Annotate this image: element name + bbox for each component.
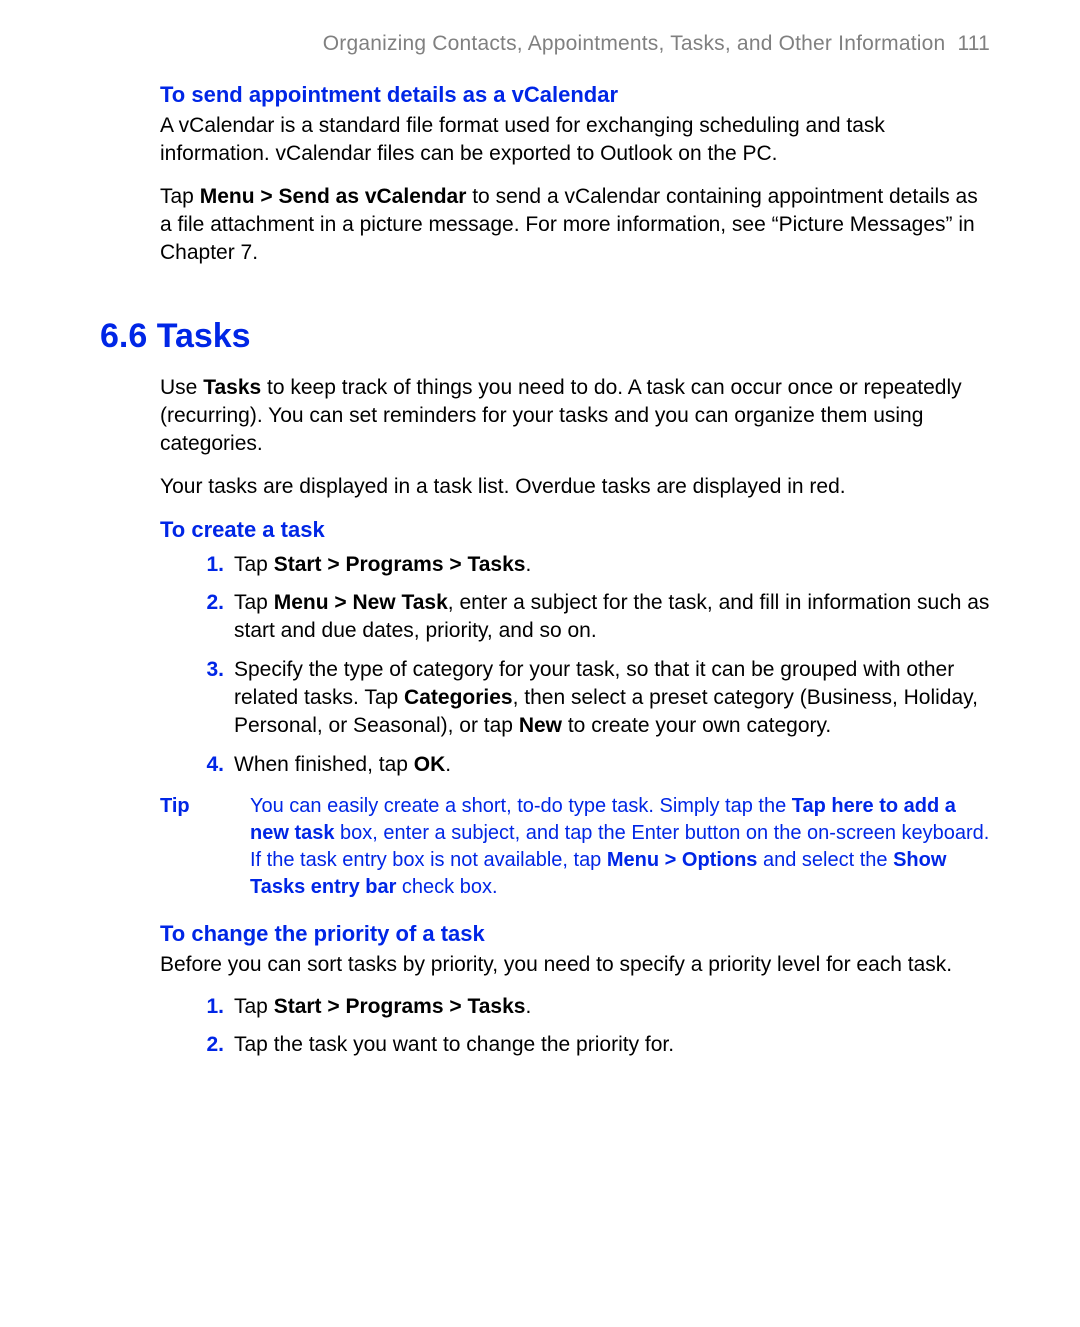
list-number: 3.	[194, 656, 224, 741]
list-text: Tap the task you want to change the prio…	[234, 1031, 990, 1059]
vcalendar-p2: Tap Menu > Send as vCalendar to send a v…	[160, 183, 990, 268]
list-number: 1.	[194, 993, 224, 1021]
page-number: 111	[957, 32, 990, 55]
tip-block: Tip You can easily create a short, to-do…	[160, 793, 990, 901]
list-item: 3. Specify the type of category for your…	[194, 656, 990, 741]
tip-body: You can easily create a short, to-do typ…	[250, 793, 990, 901]
list-item: 1. Tap Start > Programs > Tasks.	[194, 993, 990, 1021]
text: Tap	[234, 995, 274, 1018]
list-number: 2.	[194, 589, 224, 646]
bold-tasks: Tasks	[203, 376, 261, 399]
list-number: 2.	[194, 1031, 224, 1059]
text: Tap	[234, 591, 274, 614]
text: .	[525, 553, 531, 576]
text: check box.	[396, 876, 497, 898]
section-title-tasks: 6.6 Tasks	[100, 314, 990, 360]
list-text: Specify the type of category for your ta…	[234, 656, 990, 741]
menu-path: Start > Programs > Tasks	[274, 553, 526, 576]
list-text: When finished, tap OK.	[234, 751, 990, 779]
list-item: 2. Tap the task you want to change the p…	[194, 1031, 990, 1059]
page: Organizing Contacts, Appointments, Tasks…	[0, 0, 1080, 1327]
text: and select the	[757, 849, 893, 871]
menu-path: Menu > New Task	[274, 591, 448, 614]
bold-menu-options: Menu > Options	[607, 849, 758, 871]
text: When finished, tap	[234, 753, 414, 776]
text: You can easily create a short, to-do typ…	[250, 795, 792, 817]
text: Tap	[234, 553, 274, 576]
text: .	[445, 753, 451, 776]
list-item: 2. Tap Menu > New Task, enter a subject …	[194, 589, 990, 646]
text: to keep track of things you need to do. …	[160, 376, 962, 456]
list-number: 4.	[194, 751, 224, 779]
tasks-intro-p2: Your tasks are displayed in a task list.…	[160, 473, 990, 501]
bold-new: New	[519, 714, 562, 737]
list-text: Tap Start > Programs > Tasks.	[234, 551, 990, 579]
text: Tap	[160, 185, 200, 208]
tip-label: Tip	[160, 793, 250, 901]
running-header: Organizing Contacts, Appointments, Tasks…	[100, 30, 990, 58]
list-text: Tap Menu > New Task, enter a subject for…	[234, 589, 990, 646]
bold-categories: Categories	[404, 686, 513, 709]
list-text: Tap Start > Programs > Tasks.	[234, 993, 990, 1021]
list-number: 1.	[194, 551, 224, 579]
tasks-intro: Use Tasks to keep track of things you ne…	[160, 374, 990, 1060]
list-item: 1. Tap Start > Programs > Tasks.	[194, 551, 990, 579]
text: Use	[160, 376, 203, 399]
menu-path: Menu > Send as vCalendar	[200, 185, 467, 208]
bold-ok: OK	[414, 753, 446, 776]
create-task-list: 1. Tap Start > Programs > Tasks. 2. Tap …	[160, 551, 990, 779]
subheading-create-task: To create a task	[160, 515, 990, 545]
subheading-change-priority: To change the priority of a task	[160, 919, 990, 949]
text: .	[525, 995, 531, 1018]
vcalendar-section: To send appointment details as a vCalend…	[160, 80, 990, 267]
priority-list: 1. Tap Start > Programs > Tasks. 2. Tap …	[160, 993, 990, 1060]
menu-path: Start > Programs > Tasks	[274, 995, 526, 1018]
vcalendar-p1: A vCalendar is a standard file format us…	[160, 112, 990, 169]
priority-p1: Before you can sort tasks by priority, y…	[160, 951, 990, 979]
running-title: Organizing Contacts, Appointments, Tasks…	[323, 32, 946, 55]
subheading-vcalendar: To send appointment details as a vCalend…	[160, 80, 990, 110]
tasks-intro-p1: Use Tasks to keep track of things you ne…	[160, 374, 990, 459]
text: to create your own category.	[562, 714, 831, 737]
list-item: 4. When finished, tap OK.	[194, 751, 990, 779]
text: Tap the task you want to change the prio…	[234, 1033, 674, 1056]
